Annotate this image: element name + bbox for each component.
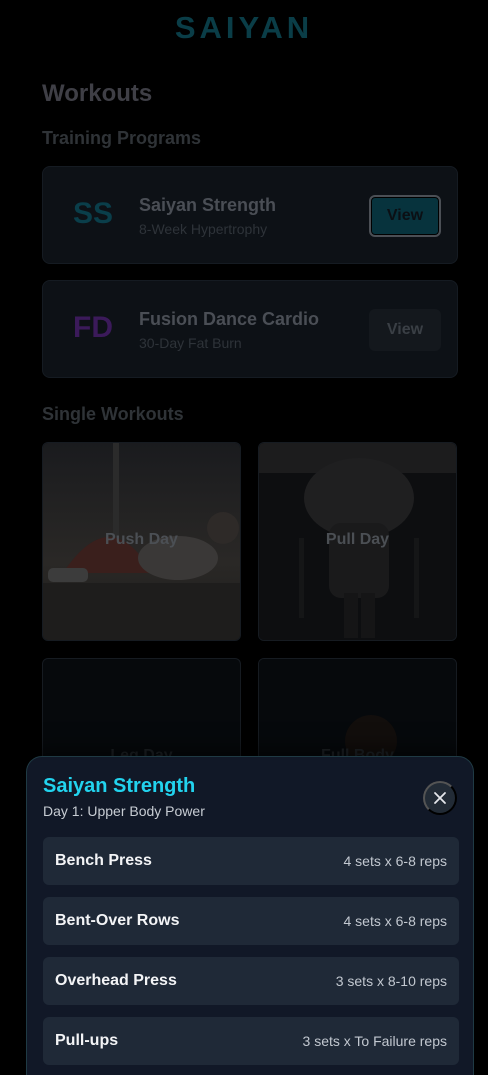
exercise-detail: 3 sets x 8-10 reps — [335, 973, 447, 989]
exercise-row[interactable]: Pull-ups 3 sets x To Failure reps — [43, 1017, 459, 1065]
exercise-row[interactable]: Overhead Press 3 sets x 8-10 reps — [43, 957, 459, 1005]
exercise-name: Bent-Over Rows — [55, 912, 180, 929]
workouts-page: SAIYAN Workouts Training Programs SS Sai… — [0, 0, 488, 1075]
app-logo: SAIYAN — [174, 10, 314, 45]
view-program-button[interactable]: View — [369, 195, 441, 237]
program-title: Fusion Dance Cardio — [139, 309, 320, 329]
exercise-name: Bench Press — [55, 852, 152, 869]
workout-tile-push-day[interactable]: Push Day — [42, 442, 241, 641]
view-program-button[interactable]: View — [369, 309, 441, 351]
section-title-single-workouts: Single Workouts — [42, 404, 184, 424]
exercise-row[interactable]: Bench Press 4 sets x 6-8 reps — [43, 837, 459, 885]
program-badge: SS — [73, 197, 114, 230]
sheet-title: Saiyan Strength — [43, 775, 196, 797]
workout-label: Pull Day — [325, 531, 390, 548]
close-icon — [434, 792, 446, 804]
exercise-row[interactable]: Bent-Over Rows 4 sets x 6-8 reps — [43, 897, 459, 945]
page-title: Workouts — [42, 80, 153, 107]
exercise-name: Pull-ups — [55, 1032, 119, 1049]
exercise-detail: 3 sets x To Failure reps — [302, 1033, 447, 1049]
exercise-name: Overhead Press — [55, 972, 177, 989]
sheet-subtitle: Day 1: Upper Body Power — [43, 803, 205, 819]
exercise-detail: 4 sets x 6-8 reps — [343, 853, 448, 869]
program-detail-sheet: Saiyan Strength Day 1: Upper Body Power … — [26, 756, 474, 1075]
workout-tile-pull-day[interactable]: Pull Day — [258, 442, 457, 641]
program-card-fusion-dance-cardio[interactable]: FD Fusion Dance Cardio 30-Day Fat Burn V… — [42, 280, 458, 378]
program-subtitle: 30-Day Fat Burn — [139, 335, 242, 351]
program-card-saiyan-strength[interactable]: SS Saiyan Strength 8-Week Hypertrophy Vi… — [42, 166, 458, 264]
exercise-detail: 4 sets x 6-8 reps — [343, 913, 448, 929]
section-title-programs: Training Programs — [42, 128, 202, 148]
program-subtitle: 8-Week Hypertrophy — [139, 221, 268, 237]
program-badge: FD — [73, 311, 113, 344]
close-button[interactable] — [423, 781, 457, 815]
program-title: Saiyan Strength — [139, 195, 277, 215]
workout-label: Push Day — [105, 531, 178, 548]
